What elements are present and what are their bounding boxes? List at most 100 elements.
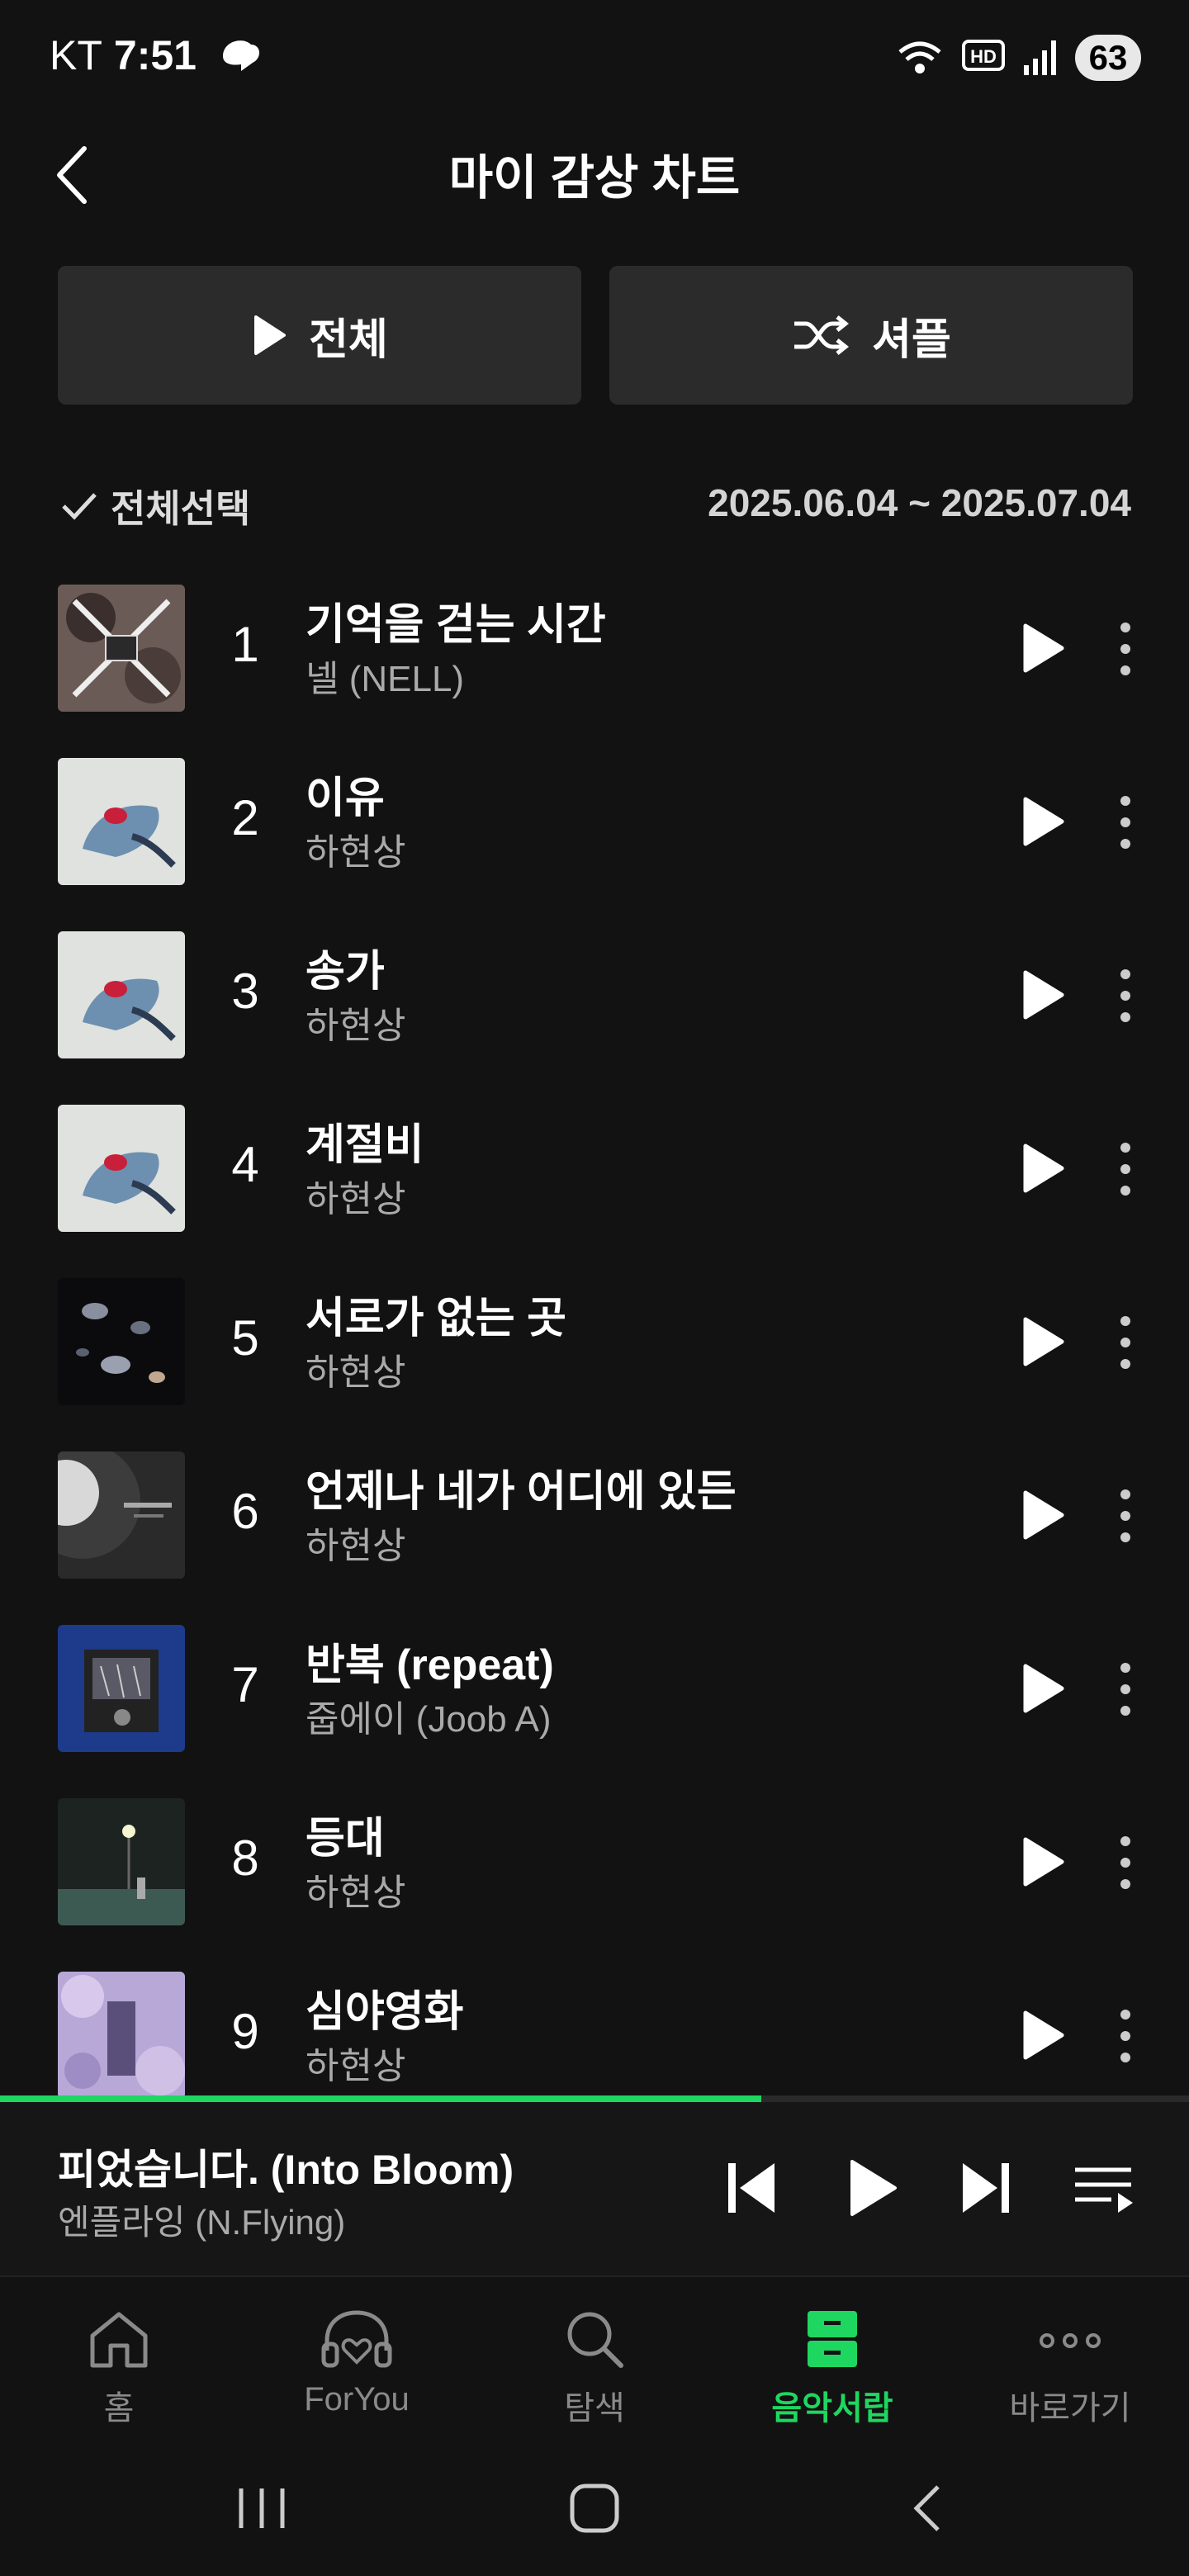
now-playing-artist: 엔플라잉 (N.Flying) — [58, 2203, 346, 2242]
more-options-icon[interactable] — [1113, 1138, 1138, 1200]
previous-track-button[interactable] — [720, 2152, 786, 2224]
more-options-icon[interactable] — [1113, 2005, 1138, 2067]
select-all-toggle[interactable]: 전체선택 — [59, 479, 250, 533]
more-options-icon[interactable] — [1113, 1485, 1138, 1547]
song-title: 심야영화 — [306, 1988, 464, 2036]
rank-number: 6 — [231, 1484, 259, 1539]
more-options-icon[interactable] — [1113, 1831, 1138, 1894]
select-all-label: 전체선택 — [111, 487, 251, 530]
list-item[interactable]: 6 언제나 네가 어디에 있든 하현상 — [0, 1428, 1189, 1602]
play-icon — [254, 315, 287, 355]
more-options-icon[interactable] — [1113, 791, 1138, 854]
album-cover — [58, 1278, 185, 1405]
song-title: 기억을 걷는 시간 — [306, 601, 606, 649]
song-title: 등대 — [306, 1815, 385, 1863]
play-all-button[interactable]: 전체 — [58, 266, 581, 405]
song-title: 계절비 — [306, 1121, 424, 1169]
nav-search-label: 탐색 — [564, 2390, 625, 2427]
recent-apps-icon[interactable] — [234, 2484, 289, 2533]
song-title: 언제나 네가 어디에 있든 — [306, 1468, 737, 1516]
song-title: 서로가 없는 곳 — [306, 1295, 566, 1342]
more-options-icon[interactable] — [1113, 1658, 1138, 1721]
more-options-icon[interactable] — [1113, 618, 1138, 680]
status-carrier: KT 7:51 — [50, 31, 263, 79]
more-options-icon[interactable] — [1113, 964, 1138, 1027]
rank-number: 3 — [231, 964, 259, 1019]
headphones-heart-icon — [321, 2310, 392, 2368]
bottom-nav: 홈 ForYou 탐색 음악서랍 바로가기 — [0, 2275, 1189, 2442]
system-navigation-bar — [0, 2441, 1189, 2576]
status-icons: HD 63 — [897, 33, 1141, 83]
playlist-icon[interactable] — [1072, 2152, 1138, 2224]
rank-number: 5 — [231, 1310, 259, 1366]
play-song-button[interactable] — [1017, 968, 1067, 1022]
song-title: 이유 — [306, 774, 385, 822]
rank-number: 4 — [231, 1137, 259, 1192]
checkmark-icon — [62, 493, 97, 520]
list-item[interactable]: 5 서로가 없는 곳 하현상 — [0, 1255, 1189, 1428]
nav-search[interactable]: 탐색 — [512, 2302, 677, 2429]
album-cover — [58, 1451, 185, 1579]
song-artist: 하현상 — [306, 1352, 406, 1393]
play-song-button[interactable] — [1017, 1141, 1067, 1196]
playback-progress-bar[interactable] — [0, 2095, 1189, 2102]
play-all-label: 전체 — [309, 315, 388, 364]
battery-indicator: 63 — [1075, 35, 1141, 81]
nav-home-label: 홈 — [103, 2390, 135, 2427]
list-item[interactable]: 8 등대 하현상 — [0, 1775, 1189, 1949]
play-song-button[interactable] — [1017, 1488, 1067, 1542]
song-title: 반복 (repeat) — [306, 1641, 554, 1689]
song-artist: 넬 (NELL) — [306, 659, 465, 699]
song-artist: 하현상 — [306, 1526, 406, 1566]
hd-voice-icon: HD — [962, 40, 1005, 71]
list-item[interactable]: 1 기억을 걷는 시간 넬 (NELL) — [0, 561, 1189, 735]
next-track-button[interactable] — [951, 2152, 1017, 2224]
more-options-icon[interactable] — [1113, 1311, 1138, 1374]
rank-number: 8 — [231, 1830, 259, 1886]
wifi-icon — [898, 41, 941, 73]
list-item[interactable]: 4 계절비 하현상 — [0, 1082, 1189, 1255]
signal-icon — [1024, 40, 1056, 75]
svg-text:HD: HD — [970, 46, 997, 67]
album-cover — [58, 1105, 185, 1232]
more-dots-icon — [1040, 2333, 1101, 2348]
song-artist: 하현상 — [306, 832, 406, 873]
rank-number: 2 — [231, 790, 259, 845]
play-song-button[interactable] — [1017, 621, 1067, 675]
play-song-button[interactable] — [1017, 1835, 1067, 1889]
system-back-icon[interactable] — [908, 2482, 945, 2535]
play-song-button[interactable] — [1017, 794, 1067, 849]
song-title: 송가 — [306, 948, 385, 996]
play-song-button[interactable] — [1017, 1661, 1067, 1716]
playback-progress-fill — [0, 2095, 761, 2102]
album-cover — [58, 931, 185, 1058]
play-song-button[interactable] — [1017, 1314, 1067, 1369]
status-bar: KT 7:51 HD 63 — [0, 0, 1189, 107]
nav-foryou[interactable]: ForYou — [274, 2302, 439, 2418]
drawer-icon — [808, 2311, 857, 2367]
album-cover — [58, 1625, 185, 1752]
status-time: 7:51 — [113, 32, 197, 78]
search-icon — [567, 2312, 623, 2368]
home-button-icon[interactable] — [568, 2482, 621, 2535]
nav-home[interactable]: 홈 — [36, 2302, 201, 2429]
app-notification-icon — [222, 40, 259, 71]
play-song-button[interactable] — [1017, 2008, 1067, 2062]
album-cover — [58, 1798, 185, 1925]
song-artist: 하현상 — [306, 1179, 406, 1219]
nav-music-drawer-label: 음악서랍 — [771, 2390, 893, 2427]
song-artist: 줍에이 (Joob A) — [306, 1699, 552, 1740]
nav-shortcuts[interactable]: 바로가기 — [988, 2302, 1153, 2429]
mini-play-button[interactable] — [839, 2152, 905, 2224]
list-item[interactable]: 7 반복 (repeat) 줍에이 (Joob A) — [0, 1602, 1189, 1775]
list-item[interactable]: 3 송가 하현상 — [0, 908, 1189, 1082]
nav-music-drawer[interactable]: 음악서랍 — [750, 2302, 915, 2429]
date-range: 2025.06.04 ~ 2025.07.04 — [708, 481, 1131, 524]
nav-foryou-label: ForYou — [304, 2381, 410, 2417]
list-item[interactable]: 2 이유 하현상 — [0, 735, 1189, 908]
album-cover — [58, 1972, 185, 2099]
song-artist: 하현상 — [306, 2046, 406, 2086]
shuffle-button[interactable]: 셔플 — [609, 266, 1133, 405]
rank-number: 9 — [231, 2004, 259, 2059]
nav-shortcuts-label: 바로가기 — [1009, 2390, 1131, 2427]
